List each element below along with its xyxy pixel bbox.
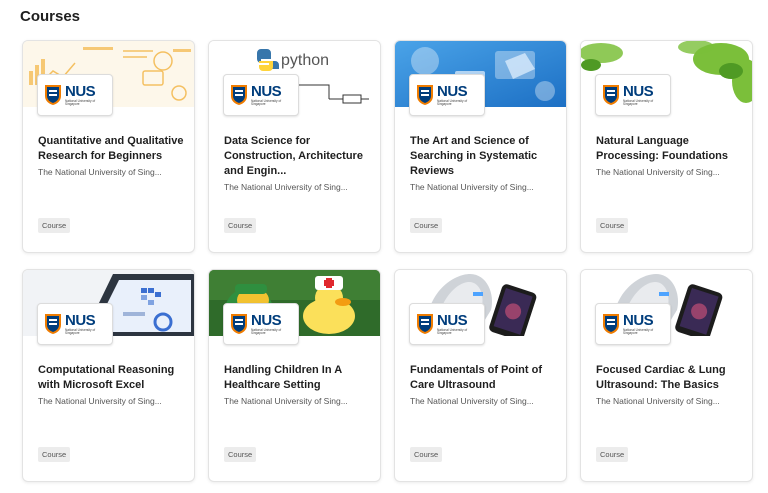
course-title[interactable]: Data Science for Construction, Architect…	[224, 134, 370, 179]
logo-wordmark: NUS	[251, 82, 282, 100]
logo-subtitle: National University of Singapore	[623, 98, 654, 106]
logo-subtitle: National University of Singapore	[437, 327, 468, 335]
course-provider: The National University of Sing...	[38, 167, 162, 177]
course-card[interactable]: NUS National University of Singapore Nat…	[580, 40, 753, 253]
course-type-badge: Course	[38, 447, 71, 462]
nus-crest-icon	[417, 85, 433, 105]
course-type-badge: Course	[38, 218, 71, 233]
course-provider: The National University of Sing...	[596, 167, 720, 177]
logo-subtitle: National University of Singapore	[251, 327, 282, 335]
nus-crest-icon	[45, 314, 61, 334]
course-type-badge: Course	[224, 447, 257, 462]
logo-wordmark: NUS	[65, 82, 96, 100]
course-card[interactable]: NUS National University of Singapore Fun…	[394, 269, 567, 482]
course-provider: The National University of Sing...	[224, 396, 348, 406]
course-title[interactable]: Computational Reasoning with Microsoft E…	[38, 363, 184, 393]
logo-wordmark: NUS	[437, 311, 468, 329]
nus-logo: NUS National University of Singapore	[37, 303, 113, 345]
logo-wordmark: NUS	[251, 311, 282, 329]
logo-subtitle: National University of Singapore	[623, 327, 654, 335]
course-type-badge: Course	[224, 218, 257, 233]
nus-logo: NUS National University of Singapore	[409, 303, 485, 345]
course-card[interactable]: NUS National University of Singapore Qua…	[22, 40, 195, 253]
nus-crest-icon	[603, 314, 619, 334]
course-provider: The National University of Sing...	[38, 396, 162, 406]
nus-crest-icon	[603, 85, 619, 105]
course-type-badge: Course	[596, 447, 629, 462]
logo-wordmark: NUS	[65, 311, 96, 329]
course-type-badge: Course	[596, 218, 629, 233]
course-card[interactable]: python NUS National University of Singap…	[208, 40, 381, 253]
course-type-badge: Course	[410, 218, 443, 233]
course-card[interactable]: NUS National University of Singapore Han…	[208, 269, 381, 482]
course-title[interactable]: Quantitative and Qualitative Research fo…	[38, 134, 184, 164]
nus-crest-icon	[417, 314, 433, 334]
nus-crest-icon	[231, 85, 247, 105]
logo-subtitle: National University of Singapore	[65, 327, 96, 335]
nus-crest-icon	[45, 85, 61, 105]
course-title[interactable]: Focused Cardiac & Lung Ultrasound: The B…	[596, 363, 742, 393]
nus-crest-icon	[231, 314, 247, 334]
course-title[interactable]: Fundamentals of Point of Care Ultrasound	[410, 363, 556, 393]
nus-logo: NUS National University of Singapore	[595, 74, 671, 116]
course-card[interactable]: NUS National University of Singapore Com…	[22, 269, 195, 482]
course-provider: The National University of Sing...	[224, 182, 348, 192]
course-title[interactable]: Handling Children In A Healthcare Settin…	[224, 363, 370, 393]
logo-subtitle: National University of Singapore	[437, 98, 468, 106]
course-type-badge: Course	[410, 447, 443, 462]
nus-logo: NUS National University of Singapore	[223, 303, 299, 345]
logo-wordmark: NUS	[623, 311, 654, 329]
nus-logo: NUS National University of Singapore	[595, 303, 671, 345]
logo-wordmark: NUS	[623, 82, 654, 100]
nus-logo: NUS National University of Singapore	[37, 74, 113, 116]
course-card[interactable]: NUS National University of Singapore The…	[394, 40, 567, 253]
course-provider: The National University of Sing...	[410, 396, 534, 406]
nus-logo: NUS National University of Singapore	[409, 74, 485, 116]
section-title: Courses	[20, 8, 81, 25]
logo-subtitle: National University of Singapore	[251, 98, 282, 106]
course-provider: The National University of Sing...	[596, 396, 720, 406]
logo-wordmark: NUS	[437, 82, 468, 100]
course-card[interactable]: NUS National University of Singapore Foc…	[580, 269, 753, 482]
nus-logo: NUS National University of Singapore	[223, 74, 299, 116]
course-grid: NUS National University of Singapore Qua…	[22, 40, 753, 482]
svg-text:python: python	[281, 52, 329, 69]
course-provider: The National University of Sing...	[410, 182, 534, 192]
logo-subtitle: National University of Singapore	[65, 98, 96, 106]
course-title[interactable]: The Art and Science of Searching in Syst…	[410, 134, 556, 179]
course-title[interactable]: Natural Language Processing: Foundations	[596, 134, 742, 164]
